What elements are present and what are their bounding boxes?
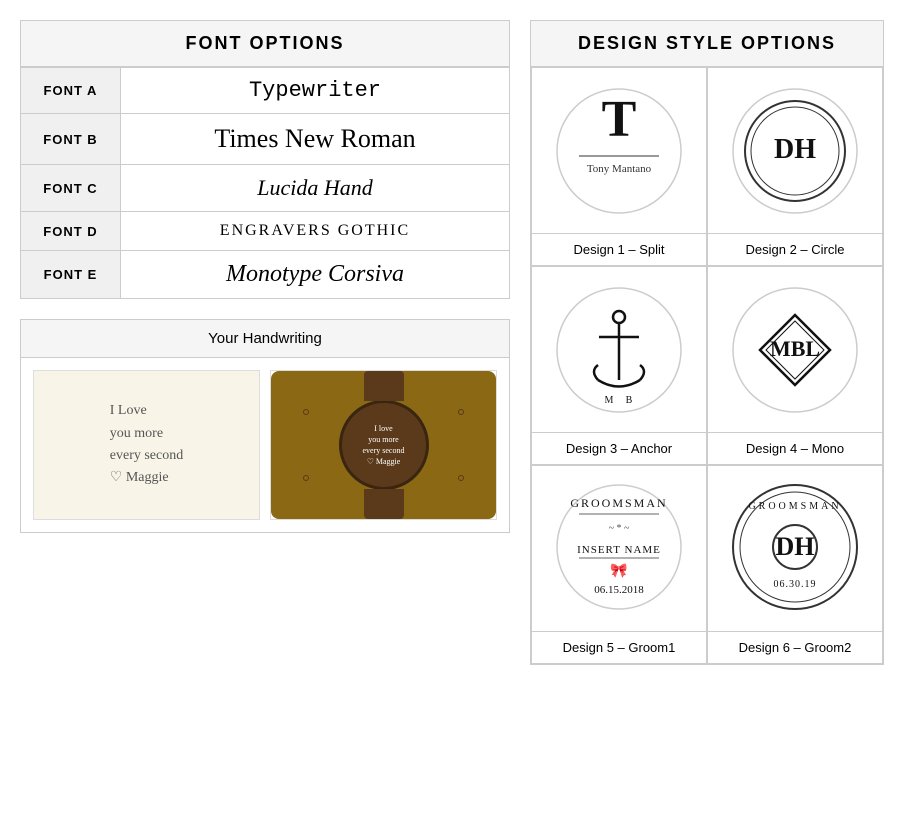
font-a-display: Typewriter	[121, 68, 510, 114]
design-5-label: Design 5 – Groom1	[532, 631, 706, 663]
font-row-b: FONT B Times New Roman	[21, 114, 510, 165]
svg-text:~ * ~: ~ * ~	[609, 523, 630, 534]
font-d-label: FONT D	[21, 212, 121, 251]
design-4-cell: MBL Design 4 – Mono	[707, 266, 883, 465]
design-6-cell: GROOMSMAN DH 06.30.19 Design 6 – Groom2	[707, 465, 883, 664]
design-6-label: Design 6 – Groom2	[708, 631, 882, 663]
font-b-display: Times New Roman	[121, 114, 510, 165]
svg-text:🎀: 🎀	[610, 562, 627, 578]
svg-text:T: T	[602, 91, 637, 148]
svg-text:B: B	[626, 395, 633, 406]
svg-text:GROOMSMAN: GROOMSMAN	[748, 501, 841, 512]
design-3-preview: M B	[532, 267, 706, 432]
design-5-cell: GROOMSMAN ~ * ~ INSERT NAME 🎀 06.15.2018	[531, 465, 707, 664]
svg-text:DH: DH	[774, 134, 816, 165]
font-row-e: FONT E Monotype Corsiva	[21, 251, 510, 299]
handwriting-title: Your Handwriting	[21, 320, 509, 358]
watch-bg: I loveyou moreevery second♡ Maggie	[271, 371, 496, 519]
right-panel: DESIGN STYLE OPTIONS T Tony Mantano Desi…	[530, 20, 884, 665]
font-c-display: Lucida Hand	[121, 165, 510, 212]
design-1-label: Design 1 – Split	[532, 233, 706, 265]
font-row-d: FONT D Engravers Gothic	[21, 212, 510, 251]
design-5-preview: GROOMSMAN ~ * ~ INSERT NAME 🎀 06.15.2018	[532, 466, 706, 631]
svg-text:06.15.2018: 06.15.2018	[594, 584, 644, 596]
design-4-label: Design 4 – Mono	[708, 432, 882, 464]
font-table: FONT A Typewriter FONT B Times New Roman…	[20, 67, 510, 299]
svg-text:DH: DH	[776, 532, 815, 561]
design-1-cell: T Tony Mantano Design 1 – Split	[531, 67, 707, 266]
font-row-a: FONT A Typewriter	[21, 68, 510, 114]
design-4-preview: MBL	[708, 267, 882, 432]
design-5-svg: GROOMSMAN ~ * ~ INSERT NAME 🎀 06.15.2018	[554, 479, 684, 619]
watch-engraving: I loveyou moreevery second♡ Maggie	[363, 423, 405, 468]
design-2-label: Design 2 – Circle	[708, 233, 882, 265]
design-3-svg: M B	[554, 285, 684, 415]
handwriting-watch: I loveyou moreevery second♡ Maggie	[270, 370, 497, 520]
hw-paper-bg: I Loveyou moreevery second♡ Maggie	[34, 371, 259, 519]
font-options-title: FONT OPTIONS	[20, 20, 510, 67]
font-b-label: FONT B	[21, 114, 121, 165]
font-e-display: Monotype Corsiva	[121, 251, 510, 299]
hw-text: I Loveyou moreevery second♡ Maggie	[110, 400, 183, 490]
design-2-preview: DH	[708, 68, 882, 233]
handwriting-paper: I Loveyou moreevery second♡ Maggie	[33, 370, 260, 520]
design-1-svg: T Tony Mantano	[554, 86, 684, 216]
svg-text:INSERT NAME: INSERT NAME	[577, 544, 661, 556]
design-4-svg: MBL	[730, 285, 860, 415]
design-2-cell: DH Design 2 – Circle	[707, 67, 883, 266]
design-6-svg: GROOMSMAN DH 06.30.19	[730, 479, 860, 619]
svg-text:MBL: MBL	[770, 336, 820, 361]
left-panel: FONT OPTIONS FONT A Typewriter FONT B Ti…	[20, 20, 510, 665]
font-d-display: Engravers Gothic	[121, 212, 510, 251]
design-grid: T Tony Mantano Design 1 – Split	[530, 67, 884, 665]
main-container: FONT OPTIONS FONT A Typewriter FONT B Ti…	[20, 20, 884, 665]
design-6-preview: GROOMSMAN DH 06.30.19	[708, 466, 882, 631]
font-a-label: FONT A	[21, 68, 121, 114]
font-row-c: FONT C Lucida Hand	[21, 165, 510, 212]
font-e-label: FONT E	[21, 251, 121, 299]
handwriting-section: Your Handwriting I Loveyou moreevery sec…	[20, 319, 510, 533]
svg-text:06.30.19: 06.30.19	[774, 579, 817, 590]
svg-text:GROOMSMAN: GROOMSMAN	[570, 496, 667, 510]
handwriting-images: I Loveyou moreevery second♡ Maggie I lov…	[21, 358, 509, 532]
design-options-title: DESIGN STYLE OPTIONS	[530, 20, 884, 67]
design-3-cell: M B Design 3 – Anchor	[531, 266, 707, 465]
design-1-preview: T Tony Mantano	[532, 68, 706, 233]
design-2-svg: DH	[730, 86, 860, 216]
svg-text:M: M	[605, 395, 614, 406]
watch-face: I loveyou moreevery second♡ Maggie	[339, 400, 429, 490]
design-3-label: Design 3 – Anchor	[532, 432, 706, 464]
svg-text:Tony Mantano: Tony Mantano	[587, 163, 652, 175]
font-c-label: FONT C	[21, 165, 121, 212]
